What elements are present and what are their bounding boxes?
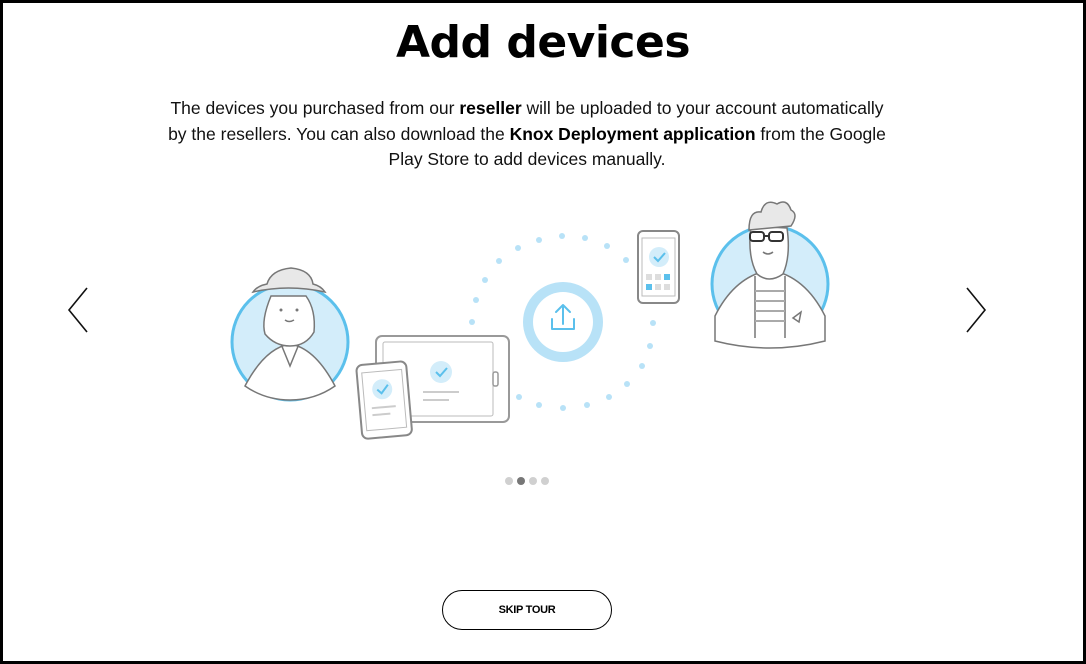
pagination-dot[interactable] (505, 477, 513, 485)
chevron-right-icon (966, 287, 987, 333)
phone-device (355, 360, 413, 440)
tour-description: The devices you purchased from our resel… (163, 96, 891, 173)
page-title: Add devices (395, 17, 691, 68)
skip-tour-button[interactable]: SKIP TOUR (442, 590, 612, 630)
man-avatar (710, 201, 830, 349)
add-devices-illustration (230, 201, 830, 440)
next-slide-button[interactable] (963, 285, 989, 335)
upload-icon (523, 282, 603, 362)
previous-slide-button[interactable] (65, 285, 91, 335)
woman-avatar (230, 267, 350, 402)
tour-dialog: Add devices The devices you purchased fr… (3, 3, 1083, 661)
desc-text-1: The devices you purchased from our (170, 98, 460, 118)
desc-bold-reseller: reseller (459, 98, 522, 118)
pagination-dot[interactable] (541, 477, 549, 485)
pagination-dot-active[interactable] (517, 477, 525, 485)
knox-app-phone (637, 230, 680, 304)
desc-bold-knox-app: Knox Deployment application (509, 123, 756, 144)
slide-pagination (505, 477, 549, 485)
chevron-left-icon (67, 287, 88, 333)
pagination-dot[interactable] (529, 477, 537, 485)
